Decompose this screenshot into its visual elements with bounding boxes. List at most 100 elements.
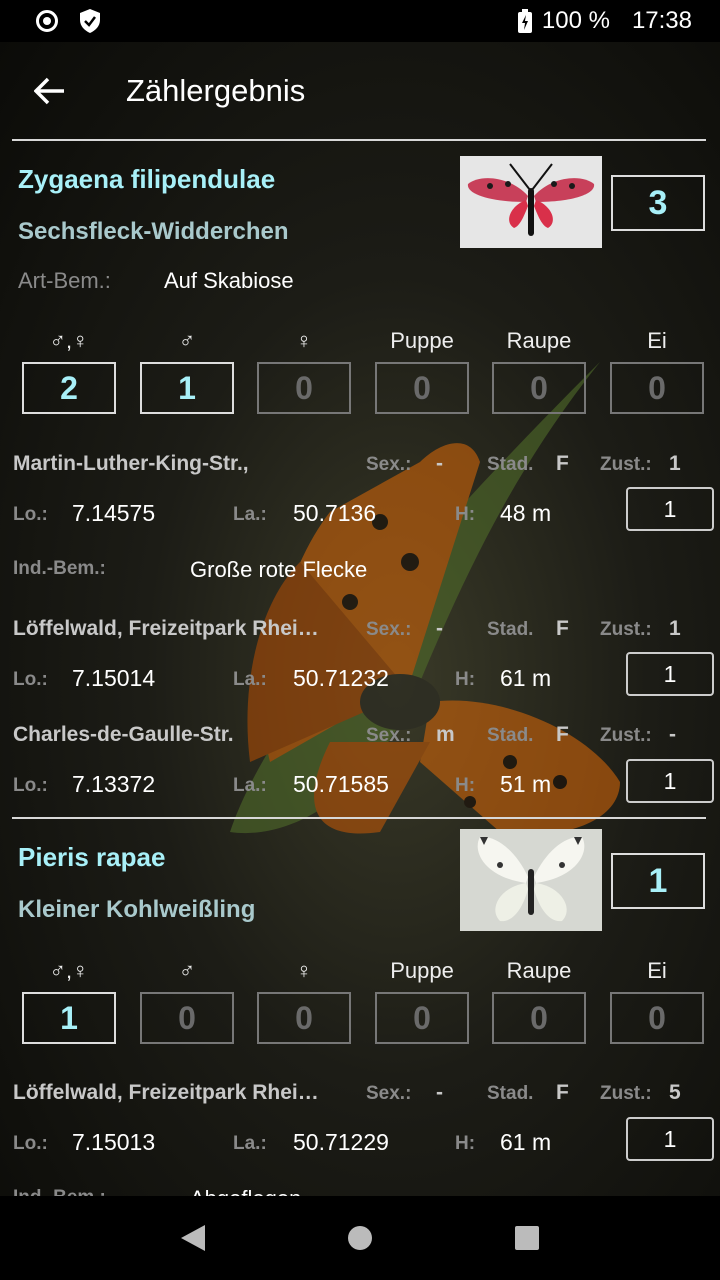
lo-label: Lo.: <box>13 1133 48 1154</box>
ind-bem-value: Abgeflogen <box>190 1186 301 1196</box>
species-thumbnail[interactable] <box>460 156 602 248</box>
lo-label: Lo.: <box>13 669 48 690</box>
record-count-field[interactable]: 1 <box>626 487 714 531</box>
count-female-field[interactable]: 0 <box>257 992 351 1044</box>
species-scientific-name[interactable]: Zygaena filipendulae <box>18 164 275 195</box>
sex-label: Sex.: <box>366 1083 412 1104</box>
lo-value: 7.15013 <box>72 1129 156 1155</box>
stad-value: F <box>556 617 569 640</box>
species-common-name: Sechsfleck-Widderchen <box>18 218 289 245</box>
species-scientific-name[interactable]: Pieris rapae <box>18 842 165 873</box>
nav-recents-button[interactable] <box>507 1218 547 1258</box>
sex-header-both: ♂,♀ <box>49 328 89 353</box>
record-icon <box>36 10 58 32</box>
h-value: 48 m <box>500 500 552 526</box>
lo-value: 7.15014 <box>72 665 156 691</box>
triangle-back-icon <box>181 1225 206 1251</box>
count-pupa-field[interactable]: 0 <box>375 992 469 1044</box>
sex-value: - <box>436 452 443 475</box>
sex-header-male: ♂ <box>178 328 196 353</box>
h-label: H: <box>455 504 476 525</box>
species-count[interactable]: 3 <box>611 175 705 231</box>
sex-header-larva: Raupe <box>506 958 572 983</box>
circle-home-icon <box>347 1226 372 1250</box>
result-screen: Zählergebnis Zygaena filipendulae Sechsf… <box>0 42 720 1196</box>
sex-value: - <box>436 617 443 640</box>
sex-label: Sex.: <box>366 454 412 475</box>
stad-value: F <box>556 723 569 746</box>
back-button[interactable] <box>22 63 78 119</box>
arrow-left-icon <box>34 77 64 105</box>
species-common-name: Kleiner Kohlweißling <box>18 896 256 923</box>
record-location: Charles-de-Gaulle-Str. <box>13 723 234 746</box>
la-value: 50.7136 <box>293 500 377 526</box>
art-bem-value[interactable]: Auf Skabiose <box>164 268 294 294</box>
count-egg-field[interactable]: 0 <box>610 362 704 414</box>
zust-value: 1 <box>669 617 681 640</box>
h-label: H: <box>455 669 476 690</box>
butterfly-image <box>460 829 602 931</box>
sex-value: m <box>436 723 455 746</box>
status-bar: 100 % 17:38 <box>0 0 720 42</box>
ind-bem-label: Ind.-Bem.: <box>13 1187 106 1196</box>
nav-back-button[interactable] <box>173 1218 213 1258</box>
h-label: H: <box>455 775 476 796</box>
la-value: 50.71232 <box>293 665 389 691</box>
stad-value: F <box>556 452 569 475</box>
clock: 17:38 <box>631 7 692 34</box>
record-count-field[interactable]: 1 <box>626 652 714 696</box>
sex-header-female: ♀ <box>295 958 313 983</box>
lo-label: Lo.: <box>13 504 48 525</box>
stad-label: Stad. <box>487 454 534 475</box>
zust-label: Zust.: <box>600 725 652 746</box>
la-label: La.: <box>233 504 267 525</box>
count-male-field[interactable]: 1 <box>140 362 234 414</box>
la-label: La.: <box>233 775 267 796</box>
record-count-field[interactable]: 1 <box>626 1117 714 1161</box>
stad-value: F <box>556 1081 569 1104</box>
ind-bem-value: Große rote Flecke <box>190 557 368 582</box>
count-egg-field[interactable]: 0 <box>610 992 704 1044</box>
count-larva-field[interactable]: 0 <box>492 992 586 1044</box>
ind-bem-label: Ind.-Bem.: <box>13 558 106 579</box>
divider <box>12 139 706 141</box>
battery-level: 100 % <box>541 7 610 34</box>
la-value: 50.71229 <box>293 1129 389 1155</box>
sex-header-pupa: Puppe <box>390 958 454 983</box>
sex-header-male: ♂ <box>178 958 196 983</box>
count-female-field[interactable]: 0 <box>257 362 351 414</box>
zust-label: Zust.: <box>600 454 652 475</box>
nav-home-button[interactable] <box>340 1218 380 1258</box>
zust-label: Zust.: <box>600 619 652 640</box>
count-pupa-field[interactable]: 0 <box>375 362 469 414</box>
shield-icon <box>80 9 100 33</box>
sex-header-pupa: Puppe <box>390 328 454 353</box>
divider <box>12 817 706 819</box>
record-location: Löffelwald, Freizeitpark Rhei… <box>13 617 319 640</box>
lo-value: 7.14575 <box>72 500 156 526</box>
species-count[interactable]: 1 <box>611 853 705 909</box>
h-value: 61 m <box>500 1129 552 1155</box>
count-male-field[interactable]: 0 <box>140 992 234 1044</box>
stad-label: Stad. <box>487 619 534 640</box>
count-both-field[interactable]: 1 <box>22 992 116 1044</box>
sex-header-egg: Ei <box>647 958 667 983</box>
sex-value: - <box>436 1081 443 1104</box>
stad-label: Stad. <box>487 725 534 746</box>
la-label: La.: <box>233 1133 267 1154</box>
record-location: Martin-Luther-King-Str., <box>13 452 249 475</box>
page-title: Zählergebnis <box>126 73 306 108</box>
count-both-field[interactable]: 2 <box>22 362 116 414</box>
la-label: La.: <box>233 669 267 690</box>
record-count-field[interactable]: 1 <box>626 759 714 803</box>
stad-label: Stad. <box>487 1083 534 1104</box>
navigation-bar <box>0 1196 720 1280</box>
count-larva-field[interactable]: 0 <box>492 362 586 414</box>
art-bem-label: Art-Bem.: <box>18 268 111 293</box>
record-location: Löffelwald, Freizeitpark Rhei… <box>13 1081 319 1104</box>
zust-value: 5 <box>669 1081 681 1104</box>
sex-header-egg: Ei <box>647 328 667 353</box>
species-thumbnail[interactable] <box>460 829 602 931</box>
lo-label: Lo.: <box>13 775 48 796</box>
moth-image <box>460 156 602 248</box>
